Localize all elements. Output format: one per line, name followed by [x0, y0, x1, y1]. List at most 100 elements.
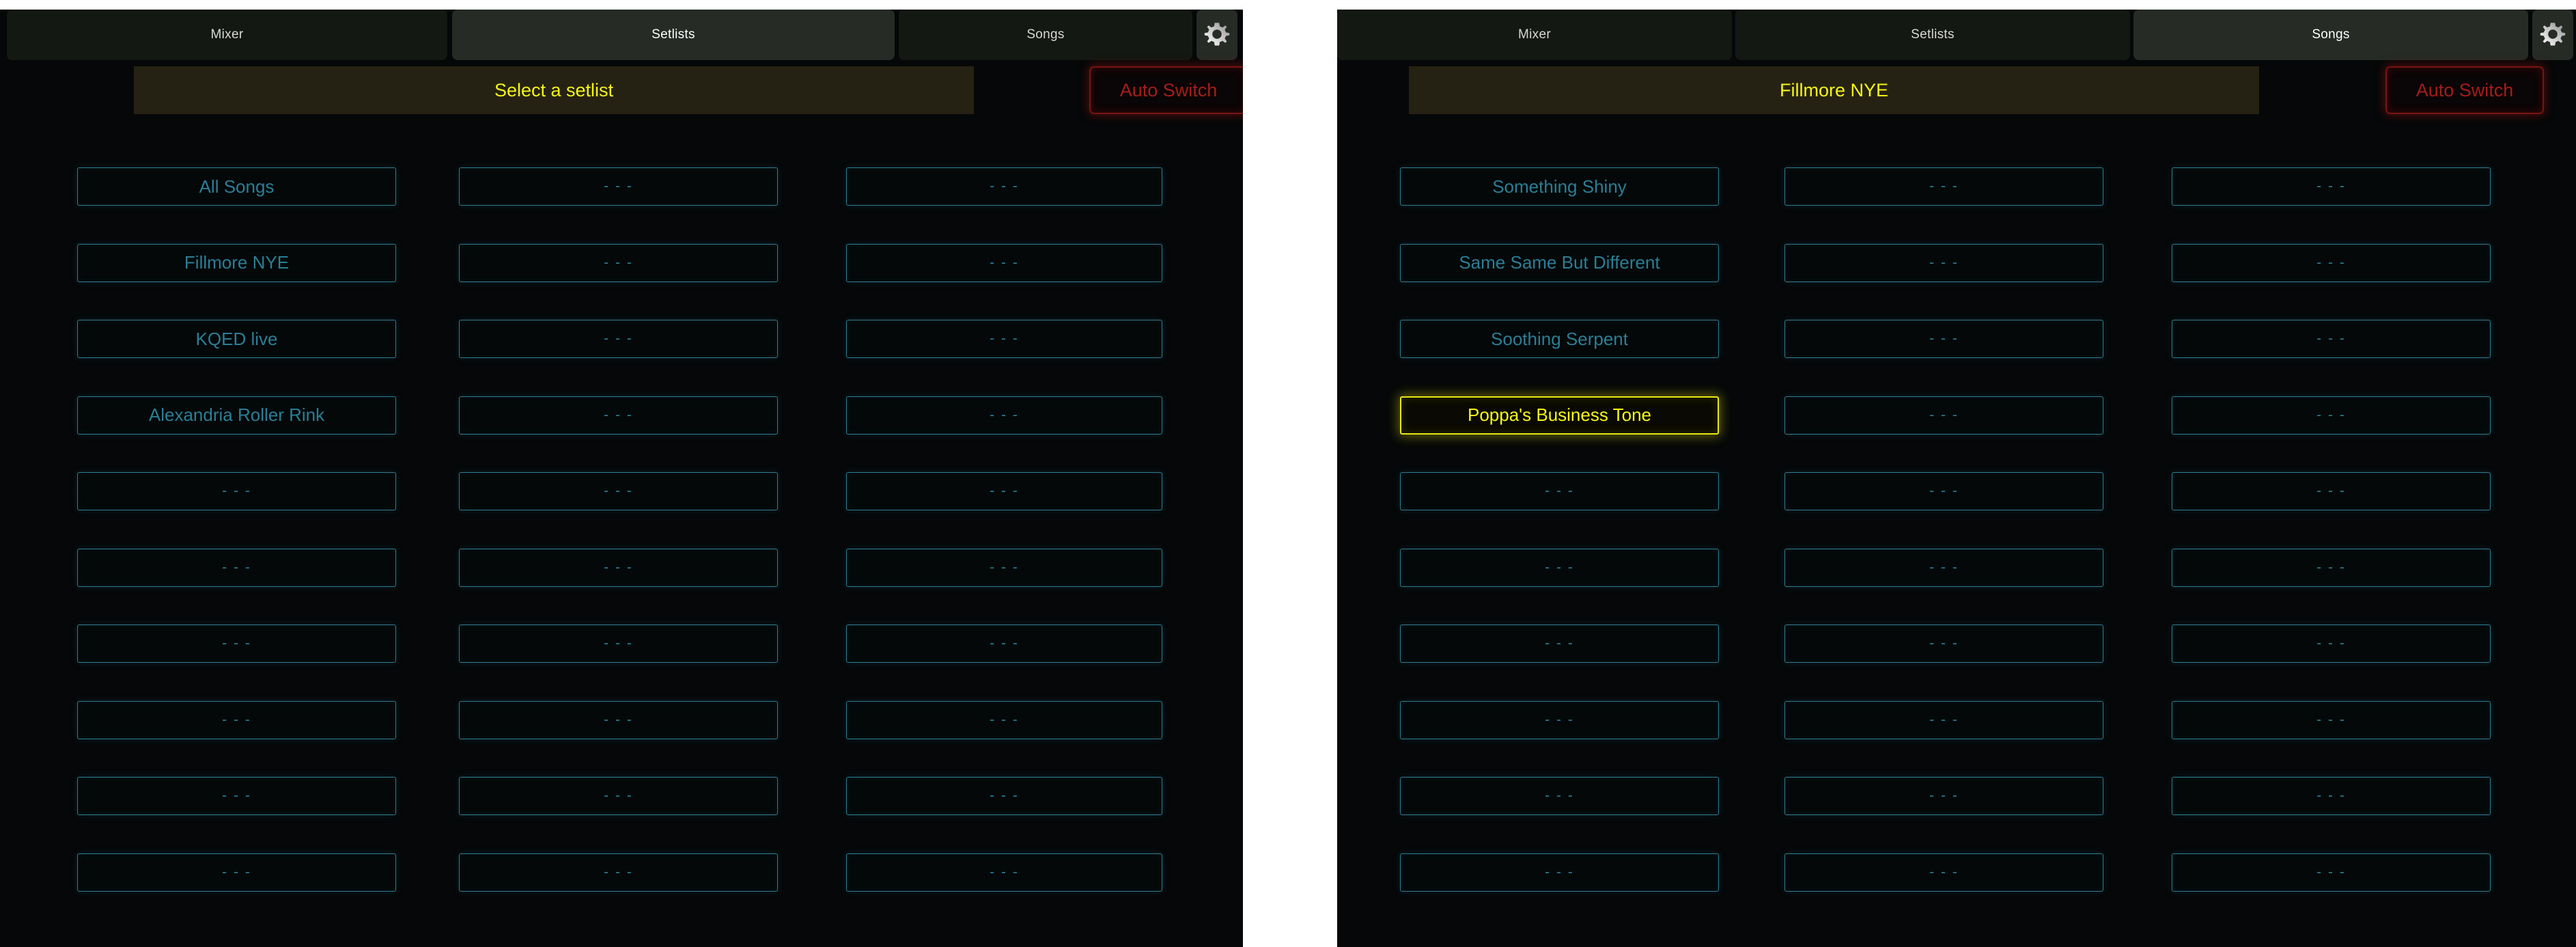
grid-cell-label: - - -: [1545, 788, 1574, 804]
grid-cell-empty[interactable]: - - -: [1400, 853, 1719, 892]
grid-cell-empty[interactable]: - - -: [1400, 625, 1719, 663]
grid-cell-empty[interactable]: - - -: [1784, 472, 2103, 510]
grid-cell-empty[interactable]: - - -: [459, 853, 778, 892]
grid-cell-empty[interactable]: - - -: [459, 625, 778, 663]
grid-cell-label: - - -: [1545, 483, 1574, 499]
grid-cell-empty[interactable]: - - -: [1784, 777, 2103, 815]
grid-cell-label: - - -: [990, 864, 1019, 880]
grid-cell-empty[interactable]: - - -: [77, 777, 396, 815]
grid-cell-empty[interactable]: - - -: [2172, 548, 2491, 587]
grid-cell-empty[interactable]: - - -: [2172, 625, 2491, 663]
grid-cell-empty[interactable]: - - -: [846, 548, 1162, 587]
grid-cell-label: - - -: [604, 483, 633, 499]
grid-cell-empty[interactable]: - - -: [2172, 243, 2491, 282]
grid-cell-empty[interactable]: - - -: [1400, 548, 1719, 587]
grid-cell-label: - - -: [990, 711, 1019, 728]
grid-cell-label: - - -: [1929, 178, 1959, 194]
grid-cell-empty[interactable]: - - -: [459, 700, 778, 739]
grid-cell-label: - - -: [990, 331, 1019, 346]
grid-cell-label: - - -: [2316, 407, 2346, 423]
grid-cell-empty[interactable]: - - -: [2172, 777, 2491, 815]
grid-cell-label: - - -: [1929, 407, 1959, 423]
grid-cell-label: - - -: [222, 635, 251, 651]
grid-cell-label: - - -: [604, 788, 633, 804]
grid-cell-empty[interactable]: - - -: [846, 625, 1162, 663]
grid-cell-label: Something Shiny: [1492, 176, 1627, 197]
grid-cell-item[interactable]: Something Shiny: [1400, 167, 1719, 206]
grid-cell-label: Soothing Serpent: [1491, 328, 1628, 349]
grid-cell-item[interactable]: Alexandria Roller Rink: [77, 396, 396, 435]
grid-cell-empty[interactable]: - - -: [77, 700, 396, 739]
grid-cell-label: - - -: [2316, 864, 2346, 880]
grid-cell-label: - - -: [2316, 331, 2346, 346]
screenshot-stage: Mixer Setlists Songs Select a setlist Auto …: [0, 0, 2576, 947]
grid-cell-empty[interactable]: - - -: [846, 700, 1162, 739]
grid-cell-empty[interactable]: - - -: [2172, 320, 2491, 358]
grid-cell-label: - - -: [604, 407, 633, 423]
grid-cell-empty[interactable]: - - -: [1784, 320, 2103, 358]
grid-cell-empty[interactable]: - - -: [1784, 243, 2103, 282]
grid-cell-label: All Songs: [199, 176, 275, 197]
grid-cell-empty[interactable]: - - -: [1784, 625, 2103, 663]
grid-cell-label: - - -: [990, 407, 1019, 423]
grid-cell-label: - - -: [990, 483, 1019, 499]
grid-cell-empty[interactable]: - - -: [2172, 853, 2491, 892]
grid-cell-item[interactable]: All Songs: [77, 167, 396, 206]
grid-cell-empty[interactable]: - - -: [846, 777, 1162, 815]
grid-cell-empty[interactable]: - - -: [1400, 472, 1719, 510]
grid-cell-label: - - -: [2316, 559, 2346, 575]
grid-cell-label: - - -: [1545, 635, 1574, 651]
grid-cell-empty[interactable]: - - -: [1400, 777, 1719, 815]
item-grid: Something Shiny Same Same But Different So…: [1337, 10, 2576, 947]
grid-cell-empty[interactable]: - - -: [1784, 396, 2103, 435]
grid-cell-empty[interactable]: - - -: [77, 472, 396, 510]
grid-cell-empty[interactable]: - - -: [846, 853, 1162, 892]
grid-cell-empty[interactable]: - - -: [77, 625, 396, 663]
grid-cell-empty[interactable]: - - -: [459, 777, 778, 815]
grid-cell-empty[interactable]: - - -: [459, 396, 778, 435]
grid-cell-label: - - -: [222, 864, 251, 880]
grid-cell-item[interactable]: Soothing Serpent: [1400, 320, 1719, 358]
grid-cell-label: - - -: [2316, 254, 2346, 271]
grid-cell-label: - - -: [1929, 254, 1959, 271]
grid-cell-label: KQED live: [195, 328, 278, 349]
grid-cell-empty[interactable]: - - -: [77, 853, 396, 892]
grid-cell-label: - - -: [1929, 711, 1959, 728]
grid-cell-empty[interactable]: - - -: [459, 320, 778, 358]
grid-cell-label: - - -: [2316, 178, 2346, 194]
grid-cell-empty[interactable]: - - -: [1784, 700, 2103, 739]
grid-cell-empty[interactable]: - - -: [459, 472, 778, 510]
grid-cell-item[interactable]: Same Same But Different: [1400, 243, 1719, 282]
grid-cell-label: - - -: [2316, 711, 2346, 728]
grid-cell-empty[interactable]: - - -: [846, 472, 1162, 510]
grid-cell-label: - - -: [1929, 864, 1959, 880]
item-grid: All Songs Fillmore NYE KQED live Alexandria…: [0, 10, 1243, 947]
grid-cell-empty[interactable]: - - -: [1784, 167, 2103, 206]
grid-cell-label: - - -: [222, 788, 251, 804]
grid-cell-empty[interactable]: - - -: [77, 548, 396, 587]
grid-cell-label: - - -: [604, 559, 633, 575]
grid-cell-empty[interactable]: - - -: [846, 396, 1162, 435]
grid-cell-label: - - -: [2316, 788, 2346, 804]
grid-cell-label: - - -: [1545, 711, 1574, 728]
grid-cell-empty[interactable]: - - -: [1784, 853, 2103, 892]
grid-cell-empty[interactable]: - - -: [2172, 396, 2491, 435]
grid-cell-empty[interactable]: - - -: [846, 243, 1162, 282]
grid-cell-item[interactable]: Poppa's Business Tone: [1400, 396, 1719, 435]
grid-cell-label: - - -: [2316, 483, 2346, 499]
grid-cell-empty[interactable]: - - -: [1784, 548, 2103, 587]
grid-cell-empty[interactable]: - - -: [2172, 472, 2491, 510]
grid-cell-empty[interactable]: - - -: [459, 167, 778, 206]
grid-cell-empty[interactable]: - - -: [459, 548, 778, 587]
grid-cell-empty[interactable]: - - -: [846, 167, 1162, 206]
grid-cell-empty[interactable]: - - -: [459, 243, 778, 282]
grid-cell-label: - - -: [222, 711, 251, 728]
grid-cell-empty[interactable]: - - -: [846, 320, 1162, 358]
grid-cell-item[interactable]: Fillmore NYE: [77, 243, 396, 282]
grid-cell-empty[interactable]: - - -: [2172, 700, 2491, 739]
grid-cell-empty[interactable]: - - -: [1400, 700, 1719, 739]
grid-cell-item[interactable]: KQED live: [77, 320, 396, 358]
grid-cell-label: - - -: [990, 559, 1019, 575]
grid-cell-label: - - -: [604, 635, 633, 651]
grid-cell-empty[interactable]: - - -: [2172, 167, 2491, 206]
